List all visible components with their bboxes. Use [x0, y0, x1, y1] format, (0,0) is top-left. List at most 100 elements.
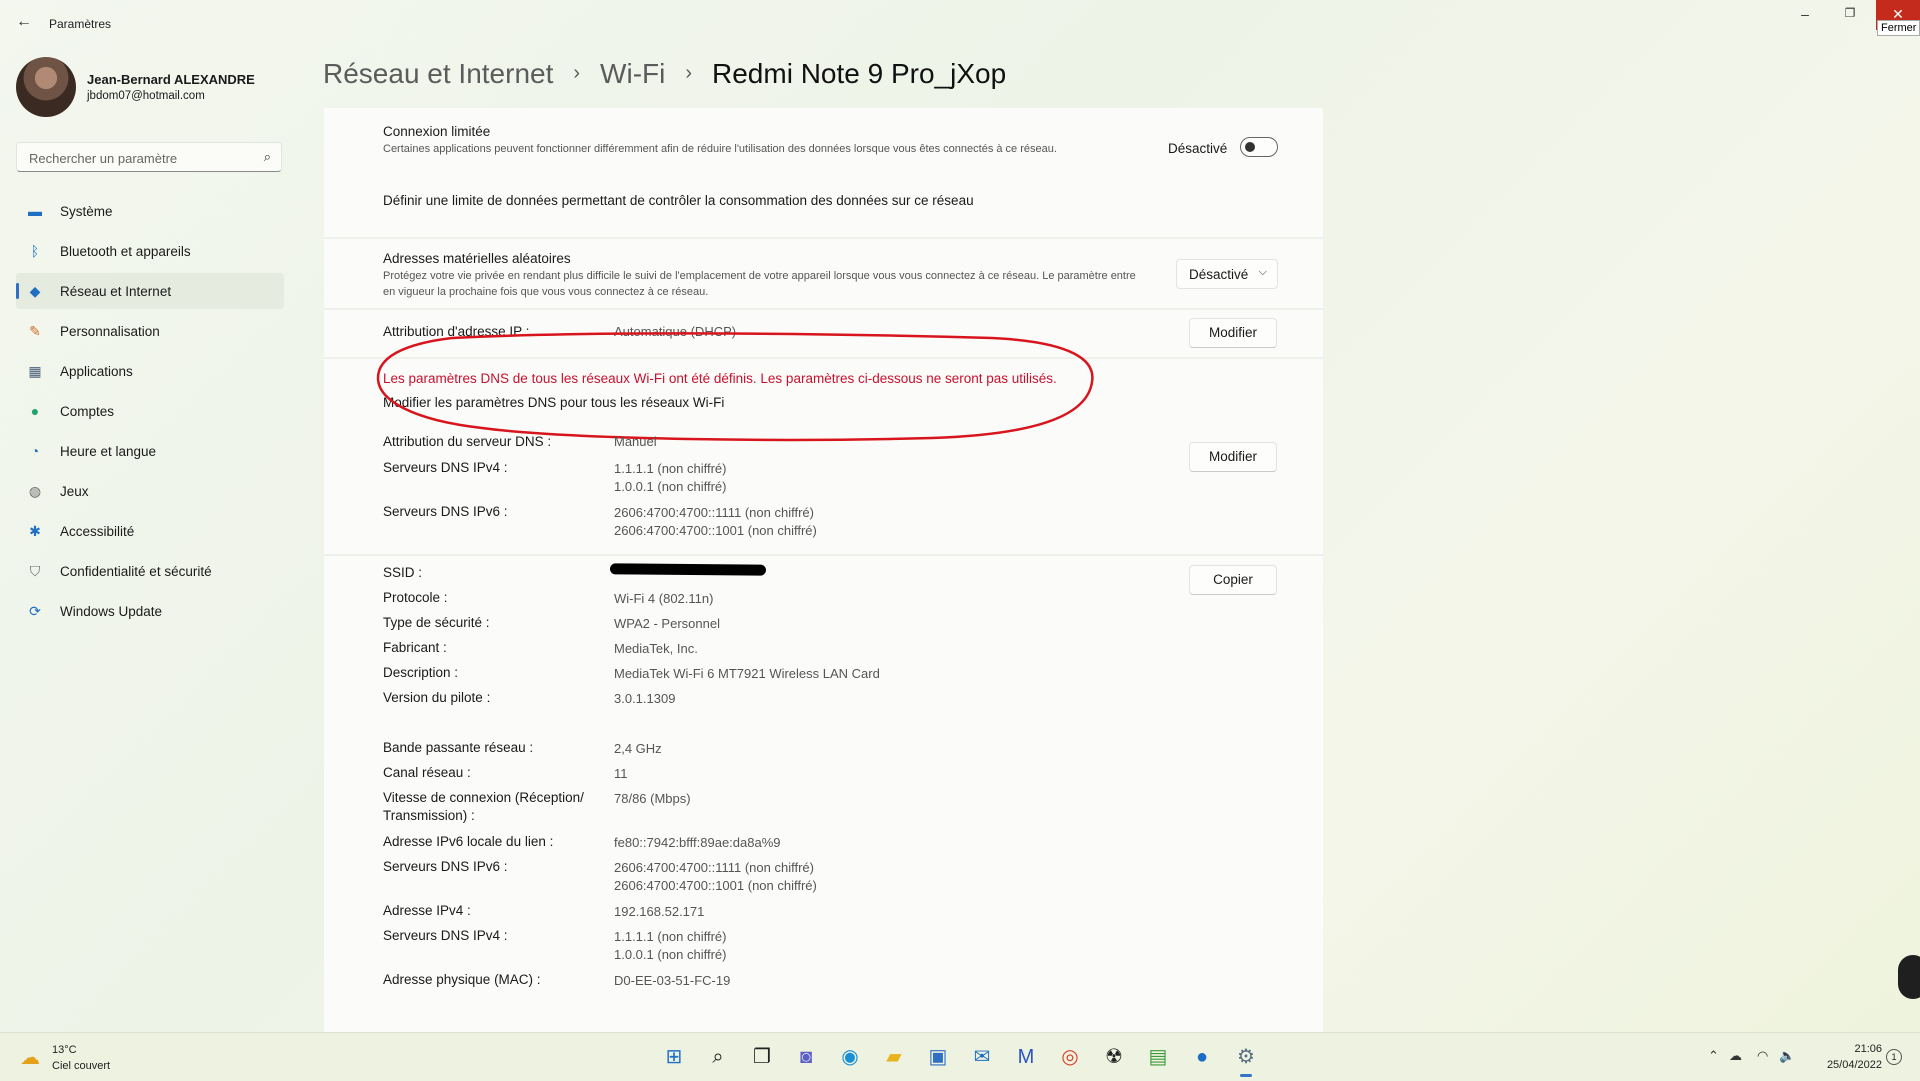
weather-temp[interactable]: 13°C — [52, 1044, 77, 1056]
metered-title: Connexion limitée — [383, 124, 491, 139]
clock-date[interactable]: 25/04/2022 — [1812, 1059, 1882, 1071]
dns-ipv6-value-2: 2606:4700:4700::1001 (non chiffré) — [614, 523, 817, 538]
edge-icon[interactable]: ◉ — [834, 1041, 866, 1073]
chevron-up-icon[interactable]: ⌃ — [1708, 1048, 1719, 1064]
property-value: 2606:4700:4700::1111 (non chiffré) — [614, 860, 814, 875]
sidebar-item-syst-me[interactable]: ▬ Système — [16, 193, 284, 229]
sidebar-item-label: Système — [60, 204, 113, 219]
breadcrumb-network[interactable]: Réseau et Internet — [323, 58, 553, 90]
sidebar-item-personnalisation[interactable]: ✎ Personnalisation — [16, 313, 284, 349]
sidebar-item-label: Personnalisation — [60, 324, 160, 339]
red-annotation-circle — [376, 332, 1094, 442]
ip-edit-button[interactable]: Modifier — [1189, 318, 1277, 348]
teams-chat-icon[interactable]: ◙ — [790, 1041, 822, 1073]
radiation-app-icon[interactable]: ☢ — [1098, 1041, 1130, 1073]
random-mac-dropdown[interactable]: Désactivé ⌵ — [1176, 259, 1278, 289]
page-title: Redmi Note 9 Pro_jXop — [712, 57, 1007, 89]
data-limit-link[interactable]: Définir une limite de données permettant… — [383, 193, 974, 208]
property-value: 3.0.1.1309 — [614, 691, 676, 706]
notification-badge[interactable]: 1 — [1886, 1049, 1902, 1065]
property-label: Adresse IPv6 locale du lien : — [383, 834, 554, 849]
mail-icon[interactable]: ✉ — [966, 1041, 998, 1073]
wifi-icon: ◆ — [29, 283, 41, 299]
metered-description: Certaines applications peuvent fonctionn… — [383, 143, 1057, 155]
store-icon[interactable]: ▣ — [922, 1041, 954, 1073]
copy-button[interactable]: Copier — [1189, 565, 1277, 595]
metered-toggle[interactable] — [1240, 137, 1278, 157]
dns-edit-button[interactable]: Modifier — [1189, 442, 1277, 472]
divider — [324, 237, 1323, 239]
search-icon[interactable]: ⌕ — [702, 1041, 734, 1073]
brush-icon: ✎ — [29, 323, 41, 339]
sidebar-nav: ▬ Système ᛒ Bluetooth et appareils ◆ Réseau e… — [16, 193, 284, 633]
clock-time[interactable]: 21:06 — [1842, 1043, 1882, 1055]
property-label: Canal réseau : — [383, 765, 471, 780]
ssid-redaction — [609, 563, 767, 576]
settings-icon[interactable]: ⚙ — [1230, 1041, 1262, 1077]
random-mac-selected: Désactivé — [1189, 267, 1249, 282]
breadcrumb-wifi[interactable]: Wi-Fi — [600, 58, 665, 90]
droplet-app-icon[interactable]: ● — [1186, 1041, 1218, 1073]
minimize-button[interactable]: – — [1796, 6, 1814, 24]
wifi-icon[interactable]: ◠ — [1757, 1048, 1768, 1064]
sidebar-item-label: Applications — [60, 364, 133, 379]
weather-desc[interactable]: Ciel couvert — [52, 1060, 110, 1072]
divider — [324, 308, 1323, 310]
sidebar-item-r-seau-et-internet[interactable]: ◆ Réseau et Internet — [16, 273, 284, 309]
notepad-icon[interactable]: ▤ — [1142, 1041, 1174, 1073]
property-label: Bande passante réseau : — [383, 740, 534, 755]
property-label: Adresse physique (MAC) : — [383, 972, 541, 987]
sidebar-item-accessibilit-[interactable]: ✱ Accessibilité — [16, 513, 284, 549]
chevron-right-icon: › — [573, 62, 581, 85]
search-input[interactable] — [27, 148, 251, 168]
sidebar-item-label: Comptes — [60, 404, 115, 419]
sidebar-item-label: Windows Update — [60, 604, 163, 619]
apps-icon: ▦ — [28, 363, 42, 379]
chrome-icon[interactable]: ◎ — [1054, 1041, 1086, 1073]
back-arrow-icon[interactable]: ← — [14, 12, 34, 32]
dns-ipv6-label: Serveurs DNS IPv6 : — [383, 504, 508, 519]
property-label: Vitesse de connexion (Réception/ — [383, 790, 584, 805]
toggle-knob — [1245, 142, 1255, 152]
property-value: 192.168.52.171 — [614, 904, 705, 919]
app-title: Paramètres — [49, 17, 112, 31]
property-label: Type de sécurité : — [383, 615, 490, 630]
property-value: 2606:4700:4700::1001 (non chiffré) — [614, 878, 817, 893]
sidebar-item-confidentialit-et-s-curit-[interactable]: ⛉ Confidentialité et sécurité — [16, 553, 284, 589]
chevron-right-icon: › — [685, 62, 693, 85]
random-mac-title: Adresses matérielles aléatoires — [383, 251, 571, 266]
sidebar-item-jeux[interactable]: ◍ Jeux — [16, 473, 284, 509]
divider — [324, 554, 1323, 556]
sidebar-item-heure-et-langue[interactable]: ◔ Heure et langue — [16, 433, 284, 469]
malwarebytes-icon[interactable]: M — [1010, 1041, 1042, 1073]
shield-icon: ⛉ — [29, 563, 41, 579]
globe-clock-icon: ◔ — [30, 443, 40, 459]
property-label: Version du pilote : — [383, 690, 491, 705]
volume-icon[interactable]: 🔈 — [1779, 1048, 1795, 1064]
sidebar-item-applications[interactable]: ▦ Applications — [16, 353, 284, 389]
property-value: 1.1.1.1 (non chiffré) — [614, 929, 727, 944]
dns-assignment-value: Manuel — [614, 434, 657, 449]
restore-button[interactable]: ❐ — [1841, 6, 1859, 24]
sidebar-item-comptes[interactable]: ● Comptes — [16, 393, 284, 429]
sidebar-item-windows-update[interactable]: ⟳ Windows Update — [16, 593, 284, 629]
property-value: 1.0.0.1 (non chiffré) — [614, 947, 727, 962]
metered-toggle-label: Désactivé — [1168, 141, 1228, 156]
scroll-handle[interactable] — [1898, 955, 1920, 999]
cloud-sun-icon[interactable]: ☁ — [20, 1045, 40, 1070]
property-value: WPA2 - Personnel — [614, 616, 720, 631]
file-explorer-icon[interactable]: ▰ — [878, 1041, 910, 1073]
sidebar-item-label: Réseau et Internet — [60, 284, 172, 299]
property-value: fe80::7942:bfff:89ae:da8a%9 — [614, 835, 781, 850]
breadcrumb: Réseau et Internet › Wi-Fi › Redmi Note 9 Pr… — [323, 56, 1006, 90]
onedrive-icon[interactable]: ☁ — [1729, 1048, 1742, 1064]
dns-ipv4-value-1: 1.1.1.1 (non chiffré) — [614, 461, 727, 476]
property-label: Serveurs DNS IPv4 : — [383, 928, 508, 943]
search-icon[interactable]: ⌕ — [264, 149, 271, 165]
task-view-icon[interactable]: ❐ — [746, 1041, 778, 1073]
update-icon: ⟳ — [29, 603, 41, 619]
start-icon[interactable]: ⊞ — [658, 1041, 690, 1073]
sidebar-item-bluetooth-et-appareils[interactable]: ᛒ Bluetooth et appareils — [16, 233, 284, 269]
person-icon: ● — [30, 403, 40, 419]
search-box[interactable]: ⌕ — [16, 142, 282, 172]
